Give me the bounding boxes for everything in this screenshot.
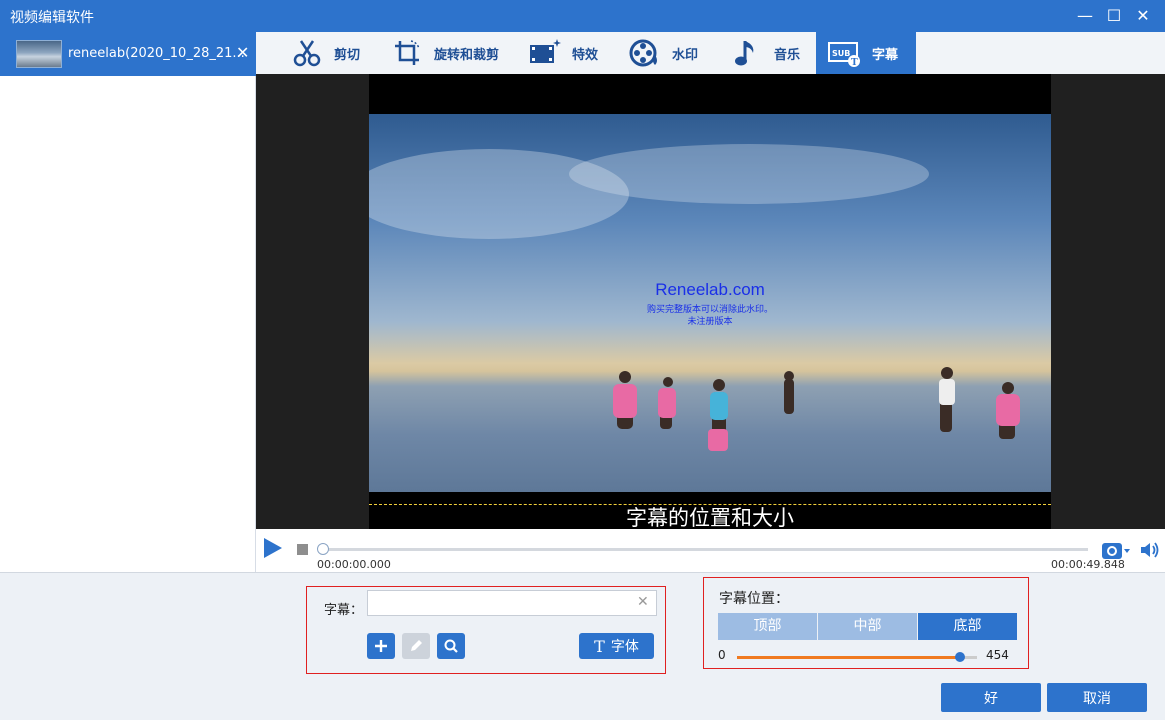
music-note-icon bbox=[730, 36, 764, 70]
video-thumbnail bbox=[16, 40, 62, 68]
position-bottom-button[interactable]: 底部 bbox=[918, 613, 1017, 640]
position-label: 字幕位置： bbox=[719, 591, 789, 607]
subtitle-icon: SUB T bbox=[828, 36, 862, 70]
minimize-icon[interactable]: — bbox=[1075, 6, 1095, 26]
video-frame: Reneelab.com 购买完整版本可以消除此水印。 未注册版本 字幕的位置和… bbox=[369, 74, 1051, 529]
close-icon[interactable]: ✕ bbox=[1133, 6, 1153, 26]
tab-effects-label: 特效 bbox=[572, 47, 599, 63]
subtitle-settings-panel: 字幕： ✕ T 字体 字幕位置： 顶部 中部 底部 0 454 好 取消 bbox=[0, 572, 1165, 720]
effects-icon bbox=[528, 36, 562, 70]
video-preview: Reneelab.com 购买完整版本可以消除此水印。 未注册版本 字幕的位置和… bbox=[256, 74, 1165, 529]
font-button-label: 字体 bbox=[610, 639, 639, 655]
maximize-icon[interactable]: ☐ bbox=[1104, 6, 1124, 26]
file-name: reneelab(2020_10_28_21... bbox=[68, 46, 245, 61]
stop-icon[interactable] bbox=[297, 544, 308, 555]
subtitle-input-group: 字幕： ✕ T 字体 bbox=[306, 586, 666, 674]
tab-rotate-crop-label: 旋转和裁剪 bbox=[434, 47, 500, 63]
subtitle-input[interactable] bbox=[367, 590, 657, 616]
font-icon: T bbox=[594, 636, 605, 656]
file-tab[interactable]: reneelab(2020_10_28_21... ✕ bbox=[0, 32, 256, 76]
search-subtitle-button[interactable] bbox=[437, 633, 465, 659]
subtitle-position-group: 字幕位置： 顶部 中部 底部 0 454 bbox=[703, 577, 1029, 669]
play-icon[interactable] bbox=[264, 538, 282, 558]
tab-music[interactable]: 音乐 bbox=[730, 32, 800, 74]
slider-value-label: 454 bbox=[986, 648, 1009, 662]
playback-controls: 00:00:00.000 00:00:49.848 bbox=[256, 529, 1165, 572]
watermark-line2: 未注册版本 bbox=[687, 317, 733, 327]
tab-watermark-label: 水印 bbox=[672, 47, 699, 63]
edit-subtitle-button[interactable] bbox=[402, 633, 430, 659]
snapshot-camera-icon[interactable] bbox=[1101, 540, 1130, 560]
subtitle-label: 字幕： bbox=[324, 603, 364, 618]
volume-icon[interactable] bbox=[1140, 541, 1160, 559]
add-subtitle-button[interactable] bbox=[367, 633, 395, 659]
position-middle-button[interactable]: 中部 bbox=[818, 613, 917, 640]
window-title: 视频编辑软件 bbox=[10, 10, 94, 26]
slider-min-label: 0 bbox=[718, 648, 726, 662]
scissors-icon bbox=[290, 36, 324, 70]
position-slider-fill bbox=[737, 656, 960, 659]
tab-rotate-crop[interactable]: 旋转和裁剪 bbox=[390, 32, 499, 74]
tab-cut-label: 剪切 bbox=[334, 47, 361, 63]
tab-effects[interactable]: 特效 bbox=[528, 32, 598, 74]
position-top-button[interactable]: 顶部 bbox=[718, 613, 817, 640]
position-slider-handle[interactable] bbox=[955, 652, 965, 662]
tab-watermark[interactable]: 水印 bbox=[628, 32, 698, 74]
cancel-button[interactable]: 取消 bbox=[1047, 683, 1147, 712]
tab-subtitle[interactable]: SUB T 字幕 bbox=[816, 32, 916, 74]
file-close-icon[interactable]: ✕ bbox=[236, 43, 249, 62]
current-time: 00:00:00.000 bbox=[317, 558, 391, 571]
search-icon bbox=[444, 639, 458, 653]
watermark-icon bbox=[628, 36, 662, 70]
tab-subtitle-label: 字幕 bbox=[872, 47, 899, 63]
edit-toolbar: 剪切 旋转和裁剪 特效 水印 音乐 SUB T 字幕 bbox=[256, 32, 1165, 74]
svg-text:T: T bbox=[851, 58, 858, 68]
font-button[interactable]: T 字体 bbox=[579, 633, 654, 659]
clear-input-icon[interactable]: ✕ bbox=[637, 594, 649, 610]
tab-music-label: 音乐 bbox=[774, 47, 801, 63]
ok-button[interactable]: 好 bbox=[941, 683, 1041, 712]
file-list-panel: reneelab(2020_10_28_21... ✕ bbox=[0, 32, 256, 572]
timeline-track[interactable] bbox=[322, 548, 1088, 551]
tab-cut[interactable]: 剪切 bbox=[290, 32, 360, 74]
svg-text:SUB: SUB bbox=[832, 49, 850, 58]
crop-rotate-icon bbox=[390, 36, 424, 70]
timeline-handle[interactable] bbox=[317, 543, 329, 555]
plus-icon bbox=[375, 640, 387, 652]
pencil-icon bbox=[411, 640, 422, 651]
watermark-site: Reneelab.com bbox=[655, 280, 765, 299]
subtitle-overlay-text[interactable]: 字幕的位置和大小 bbox=[369, 502, 1051, 529]
title-bar: 视频编辑软件 — ☐ ✕ bbox=[0, 0, 1165, 32]
